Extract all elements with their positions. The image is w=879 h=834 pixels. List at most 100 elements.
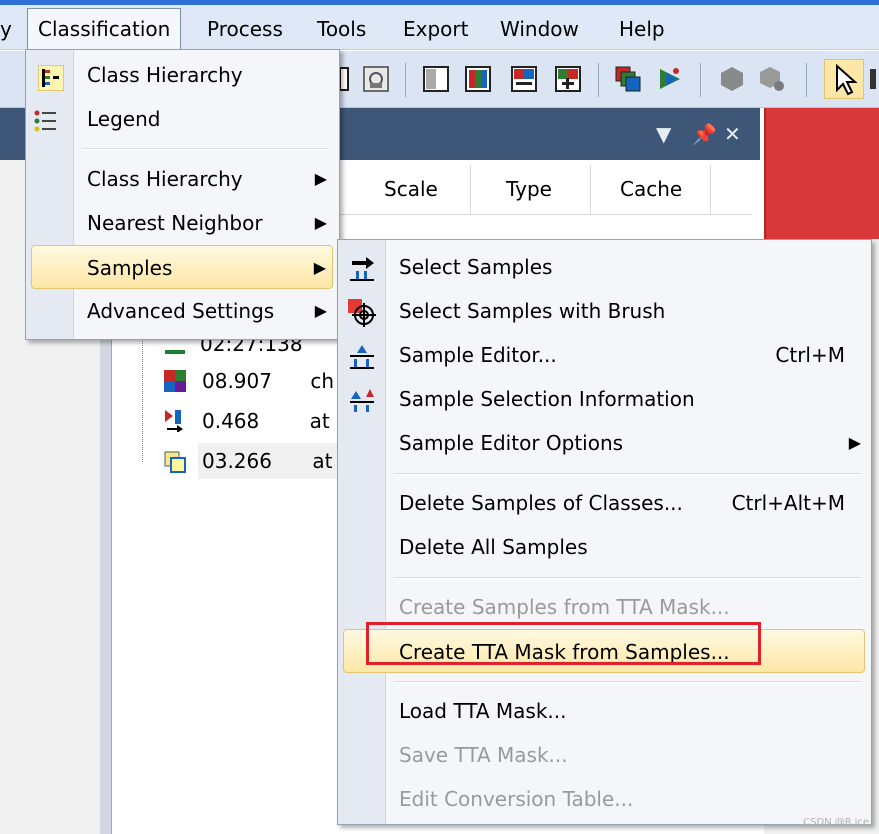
menu-item-label: Delete Samples of Classes... — [399, 491, 683, 515]
object-settings-icon[interactable] — [758, 65, 786, 93]
legend-icon — [34, 106, 60, 132]
object-icon[interactable] — [718, 65, 746, 93]
grid-header: Scale Type Cache — [340, 165, 752, 215]
export-icon — [163, 450, 187, 474]
menu-item-advanced-settings[interactable]: Advanced Settings ▶ — [26, 289, 339, 333]
menu-item-delete-samples-of-classes[interactable]: Delete Samples of Classes... Ctrl+Alt+M — [338, 481, 871, 525]
toolbar-separator — [806, 63, 807, 97]
menu-item-select-samples-brush[interactable]: Select Samples with Brush — [338, 289, 871, 333]
menu-item-load-tta-mask[interactable]: Load TTA Mask... — [338, 689, 871, 733]
toolbar-separator — [598, 63, 599, 97]
menu-item-select-samples[interactable]: Select Samples — [338, 245, 871, 289]
tree-row-extra: at — [309, 409, 330, 433]
toolbar-separator — [700, 63, 701, 97]
menu-item-label: Delete All Samples — [399, 535, 588, 559]
tree-row-extra: ch — [310, 369, 335, 393]
classification-grid-icon — [163, 369, 187, 393]
annotation-highlight-box — [366, 622, 761, 665]
menu-item-label: Select Samples — [399, 255, 553, 279]
menu-item-label: Sample Editor Options — [399, 431, 624, 455]
panel-close-icon[interactable]: ✕ — [724, 122, 741, 146]
column-header-scale[interactable]: Scale — [384, 177, 438, 201]
menu-item-shortcut: Ctrl+Alt+M — [731, 491, 845, 515]
column-header-cache[interactable]: Cache — [620, 177, 682, 201]
menu-item-label: Sample Selection Information — [399, 387, 695, 411]
watermark: CSDN @R.ice — [803, 817, 869, 828]
menu-separator — [82, 148, 329, 150]
menu-process[interactable]: Process — [207, 14, 283, 44]
menu-item-sample-selection-info[interactable]: Sample Selection Information — [338, 377, 871, 421]
menu-item-label: Samples — [87, 256, 173, 280]
menu-item-label: Legend — [87, 107, 161, 131]
tree-connector-lines — [142, 330, 143, 462]
tree-row[interactable]: 0.468 at — [202, 403, 330, 439]
menu-item-class-hierarchy-view[interactable]: Class Hierarchy — [26, 53, 339, 97]
menu-item-sample-editor-options[interactable]: Sample Editor Options ▶ — [338, 421, 871, 465]
menu-item-label: Edit Conversion Table... — [399, 787, 634, 811]
menu-item-label: Select Samples with Brush — [399, 299, 666, 323]
tree-row-value: 08.907 — [202, 369, 272, 393]
menu-help[interactable]: Help — [619, 14, 665, 44]
tree-row-value: 0.468 — [202, 409, 260, 433]
submenu-arrow-icon: ▶ — [314, 169, 327, 188]
menu-separator — [394, 681, 861, 683]
menu-item-nearest-neighbor[interactable]: Nearest Neighbor ▶ — [26, 201, 339, 245]
submenu-arrow-icon: ▶ — [314, 301, 327, 320]
menu-item-label: Advanced Settings — [87, 299, 275, 323]
menu-item-label: Sample Editor... — [399, 343, 557, 367]
tree-row-extra: at — [312, 449, 333, 473]
image-view-panel — [764, 108, 879, 239]
column-divider — [590, 165, 591, 215]
image-settings-icon[interactable] — [362, 65, 390, 93]
menu-window[interactable]: Window — [500, 14, 579, 44]
menu-item-edit-conversion-table: Edit Conversion Table... — [338, 777, 871, 821]
brush-icon — [348, 298, 376, 327]
single-view-icon[interactable] — [422, 65, 450, 93]
menu-item-shortcut: Ctrl+M — [775, 343, 845, 367]
classification-menu: Class Hierarchy Legend Class Hierarchy ▶… — [25, 49, 340, 340]
segmentation-icon[interactable] — [656, 65, 684, 93]
menu-classification[interactable]: Classification — [27, 8, 182, 53]
menu-bar: y Classification Process Tools Export Wi… — [0, 5, 879, 53]
tree-row[interactable]: 08.907 ch — [202, 363, 334, 399]
menu-item-legend[interactable]: Legend — [26, 97, 339, 141]
menu-tools[interactable]: Tools — [317, 14, 366, 44]
column-divider — [710, 165, 711, 215]
toolbar-overflow-icon[interactable] — [870, 65, 879, 93]
selection-info-icon — [348, 386, 374, 412]
menu-item-label: Class Hierarchy — [87, 167, 243, 191]
tree-row-selected[interactable]: 03.266 at — [198, 443, 338, 479]
class-hierarchy-icon — [37, 62, 65, 92]
menu-item-save-tta-mask: Save TTA Mask... — [338, 733, 871, 777]
menu-item-label: Nearest Neighbor — [87, 211, 263, 235]
samples-submenu: Select Samples Select Samples with Brush… — [337, 239, 872, 825]
menu-item-class-hierarchy[interactable]: Class Hierarchy ▶ — [26, 157, 339, 201]
menu-item-label: Class Hierarchy — [87, 63, 243, 87]
remove-view-icon[interactable] — [510, 65, 538, 93]
panel-pin-icon[interactable]: 📌 — [692, 122, 717, 146]
rgb-view-icon[interactable] — [464, 65, 492, 93]
pointer-tool-icon[interactable] — [824, 59, 864, 99]
menu-export[interactable]: Export — [403, 14, 468, 44]
menu-separator — [394, 473, 861, 475]
merge-arrow-icon — [163, 408, 187, 433]
menu-item-label: Save TTA Mask... — [399, 743, 568, 767]
column-header-type[interactable]: Type — [506, 177, 552, 201]
submenu-arrow-icon: ▶ — [313, 258, 326, 277]
panel-dropdown-icon[interactable]: ▼ — [656, 122, 671, 146]
menu-item-samples[interactable]: Samples ▶ — [31, 245, 333, 289]
sample-editor-icon — [348, 342, 374, 369]
menu-item-delete-all-samples[interactable]: Delete All Samples — [338, 525, 871, 569]
menu-item-label: Load TTA Mask... — [399, 699, 567, 723]
submenu-arrow-icon: ▶ — [314, 213, 327, 232]
submenu-arrow-icon: ▶ — [848, 433, 861, 452]
tree-row-value: 03.266 — [202, 449, 272, 473]
column-divider — [470, 165, 471, 215]
menu-separator — [394, 577, 861, 579]
add-view-icon[interactable] — [554, 65, 582, 93]
menu-truncated[interactable]: y — [0, 14, 12, 44]
layers-icon[interactable] — [614, 65, 642, 93]
toolbar-separator — [405, 63, 406, 97]
select-samples-icon — [348, 254, 374, 281]
menu-item-sample-editor[interactable]: Sample Editor... Ctrl+M — [338, 333, 871, 377]
